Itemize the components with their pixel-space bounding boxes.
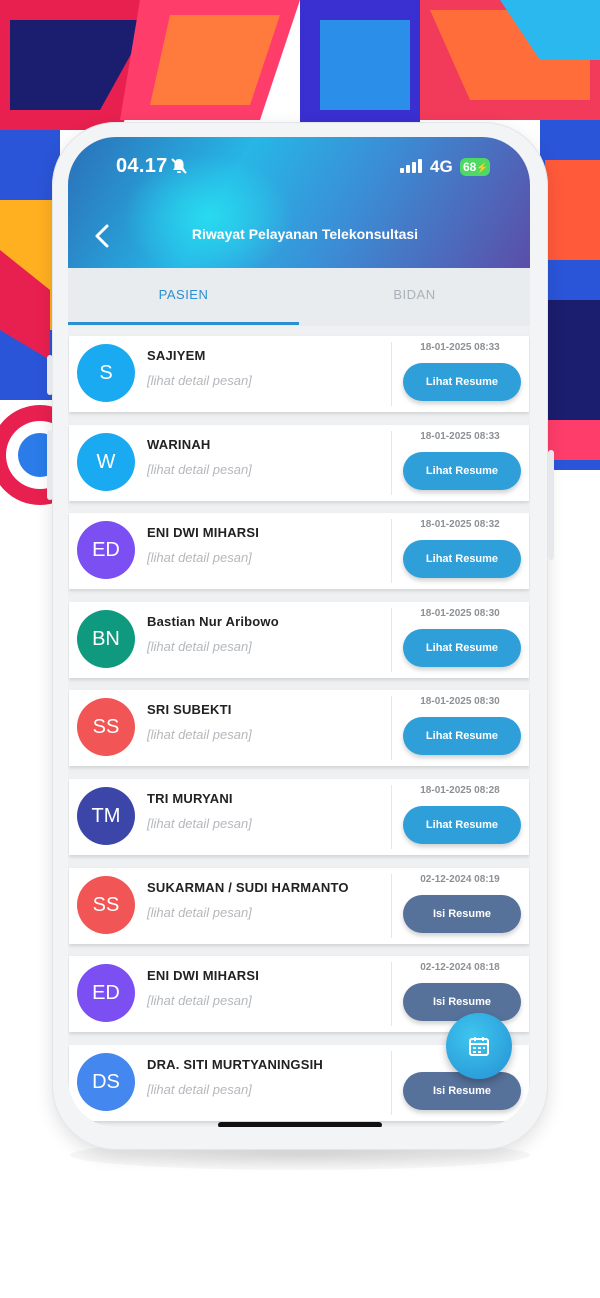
phone-side-button (548, 450, 554, 560)
detail-message-link[interactable]: [lihat detail pesan] (147, 462, 252, 477)
detail-message-link[interactable]: [lihat detail pesan] (147, 550, 252, 565)
bell-off-icon (170, 157, 188, 180)
avatar: W (77, 433, 135, 491)
detail-message-link[interactable]: [lihat detail pesan] (147, 905, 252, 920)
battery-charging-icon: 68⚡ (460, 158, 490, 176)
timestamp: 02-12-2024 08:18 (420, 962, 500, 973)
detail-message-link[interactable]: [lihat detail pesan] (147, 993, 252, 1008)
signal-icon (400, 159, 424, 178)
tab-bidan[interactable]: BIDAN (299, 268, 530, 326)
detail-message-link[interactable]: [lihat detail pesan] (147, 373, 252, 388)
list-item[interactable]: SS SUKARMAN / SUDI HARMANTO [lihat detail … (69, 868, 529, 944)
timestamp: 18-01-2025 08:30 (420, 608, 500, 619)
active-tab-indicator (68, 322, 299, 325)
avatar: SS (77, 698, 135, 756)
page-title: Riwayat Pelayanan Telekonsultasi (191, 226, 419, 242)
patient-name: SUKARMAN / SUDI HARMANTO (147, 880, 349, 895)
detail-message-link[interactable]: [lihat detail pesan] (147, 816, 252, 831)
list-item[interactable]: TM TRI MURYANI [lihat detail pesan] 18-01-2… (69, 779, 529, 855)
timestamp: 18-01-2025 08:28 (420, 785, 500, 796)
status-time: 04.17 (116, 155, 168, 177)
app-header: 04.17 4G 68⚡ Riwayat Pelayanan Telekonsu… (68, 137, 530, 268)
patient-name: ENI DWI MIHARSI (147, 525, 260, 540)
battery-level: 68 (463, 160, 477, 174)
calendar-fab-button[interactable] (446, 1013, 512, 1079)
timestamp: 18-01-2025 08:32 (420, 519, 500, 530)
status-bar: 04.17 4G 68⚡ (68, 137, 530, 197)
timestamp: 18-01-2025 08:33 (420, 431, 500, 442)
resume-button[interactable]: Lihat Resume (403, 717, 521, 755)
list-item[interactable]: S SAJIYEM [lihat detail pesan] 18-01-2025 0… (69, 336, 529, 412)
avatar: S (77, 344, 135, 402)
resume-button[interactable]: Lihat Resume (403, 452, 521, 490)
timestamp: 02-12-2024 08:19 (420, 874, 500, 885)
resume-button[interactable]: Isi Resume (403, 895, 521, 933)
divider (391, 785, 392, 849)
resume-button[interactable]: Isi Resume (403, 983, 521, 1021)
detail-message-link[interactable]: [lihat detail pesan] (147, 1082, 252, 1097)
timestamp: 18-01-2025 08:30 (420, 696, 500, 707)
divider (391, 696, 392, 760)
app-screen: 04.17 4G 68⚡ Riwayat Pelayanan Telekonsu… (68, 137, 530, 1127)
avatar: SS (77, 876, 135, 934)
avatar: ED (77, 521, 135, 579)
home-indicator (218, 1122, 382, 1127)
divider (391, 431, 392, 495)
phone-side-button (47, 355, 53, 395)
charging-bolt: ⚡ (476, 163, 489, 174)
resume-button[interactable]: Lihat Resume (403, 363, 521, 401)
detail-message-link[interactable]: [lihat detail pesan] (147, 727, 252, 742)
list-item[interactable]: SS SRI SUBEKTI [lihat detail pesan] 18-01-2… (69, 690, 529, 766)
divider (391, 1051, 392, 1115)
list-item[interactable]: BN Bastian Nur Aribowo [lihat detail pesan… (69, 602, 529, 678)
list-item[interactable]: W WARINAH [lihat detail pesan] 18-01-2025 0… (69, 425, 529, 501)
divider (391, 962, 392, 1026)
tab-pasien[interactable]: PASIEN (68, 268, 299, 326)
patient-name: TRI MURYANI (147, 791, 233, 806)
avatar: DS (77, 1053, 135, 1111)
calendar-icon (469, 1037, 489, 1056)
resume-button[interactable]: Isi Resume (403, 1072, 521, 1110)
patient-name: SRI SUBEKTI (147, 702, 232, 717)
patient-name: ENI DWI MIHARSI (147, 968, 260, 983)
network-type: 4G (430, 157, 453, 176)
phone-side-button (47, 430, 53, 500)
resume-button[interactable]: Lihat Resume (403, 629, 521, 667)
patient-name: SAJIYEM (147, 348, 206, 363)
patient-name: WARINAH (147, 437, 211, 452)
divider (391, 874, 392, 938)
list-item[interactable]: ED ENI DWI MIHARSI [lihat detail pesan] 18-… (69, 513, 529, 589)
resume-button[interactable]: Lihat Resume (403, 806, 521, 844)
patient-name: DRA. SITI MURTYANINGSIH (147, 1057, 324, 1072)
timestamp: 18-01-2025 08:33 (420, 342, 500, 353)
patient-name: Bastian Nur Aribowo (147, 614, 279, 629)
avatar: BN (77, 610, 135, 668)
avatar: ED (77, 964, 135, 1022)
divider (391, 608, 392, 672)
divider (391, 342, 392, 406)
divider (391, 519, 392, 583)
detail-message-link[interactable]: [lihat detail pesan] (147, 639, 252, 654)
tab-bar: PASIEN BIDAN (68, 268, 530, 326)
avatar: TM (77, 787, 135, 845)
resume-button[interactable]: Lihat Resume (403, 540, 521, 578)
